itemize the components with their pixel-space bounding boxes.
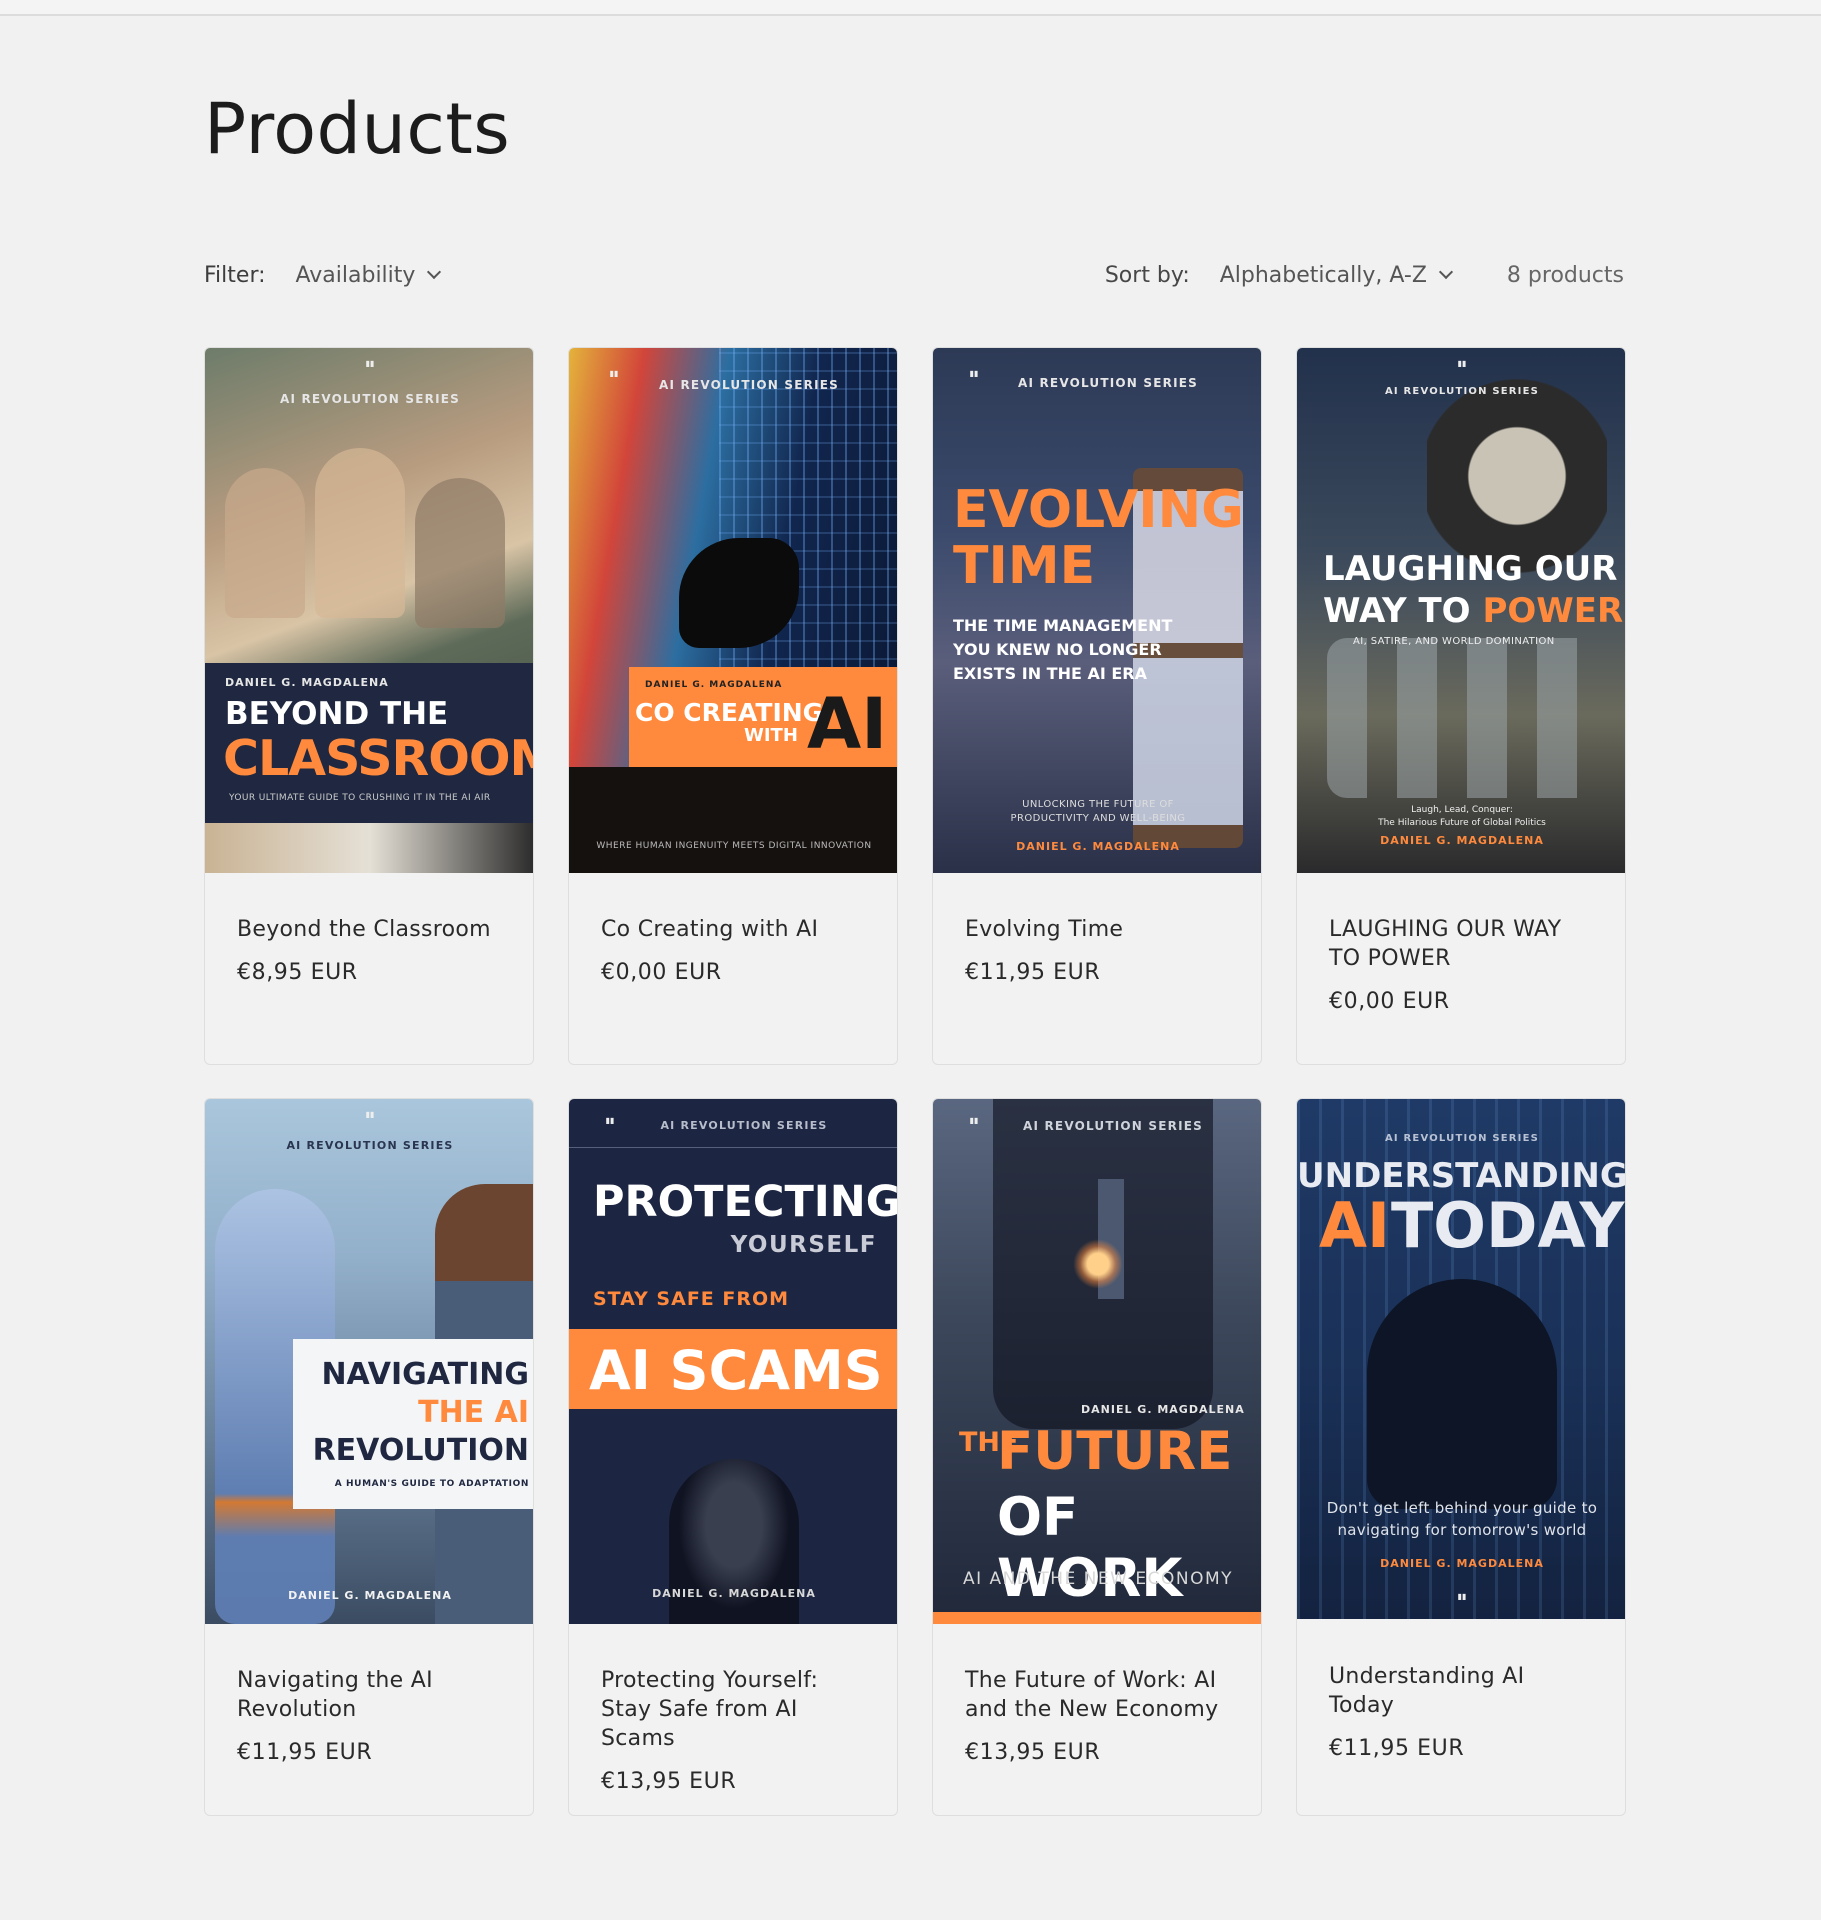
cover-title-line: REVOLUTION xyxy=(312,1433,529,1468)
top-border xyxy=(0,0,1821,16)
chevron-down-icon xyxy=(1438,264,1453,280)
product-card[interactable]: ▮▮ AI REVOLUTION SERIES PROTECTING YOURS… xyxy=(568,1098,898,1816)
publisher-logo-icon: ▮▮ xyxy=(1457,1592,1467,1601)
product-card[interactable]: AI REVOLUTION SERIES UNDERSTANDING AI TO… xyxy=(1296,1098,1626,1816)
cover-title-line: YOURSELF xyxy=(730,1232,877,1258)
product-price: €13,95 EUR xyxy=(965,1740,1101,1765)
cover-title-line: CLASSROOM xyxy=(223,730,534,787)
cover-title-line: AI SCAMS xyxy=(589,1339,883,1402)
cover-title-line: PROTECTING xyxy=(593,1177,898,1227)
cover-title-line: WAY TO xyxy=(1323,591,1471,631)
cover-tagline: Laugh, Lead, Conquer: The Hilarious Futu… xyxy=(1378,805,1546,828)
cover-author: DANIEL G. MAGDALENA xyxy=(652,1587,816,1600)
cover-subtitle: AI, SATIRE, AND WORLD DOMINATION xyxy=(1353,636,1555,647)
product-count: 8 products xyxy=(1506,262,1624,288)
cover-title-line: BEYOND THE xyxy=(225,696,449,732)
cover-title: EVOLVING TIME xyxy=(953,482,1244,594)
product-title[interactable]: Understanding AI Today xyxy=(1329,1662,1593,1720)
cover-title-line: TIME xyxy=(953,536,1096,596)
product-cover-image[interactable]: AI REVOLUTION SERIES UNDERSTANDING AI TO… xyxy=(1297,1099,1625,1624)
product-title[interactable]: Protecting Yourself: Stay Safe from AI S… xyxy=(601,1666,865,1753)
cover-tagline: UNLOCKING THE FUTURE OF PRODUCTIVITY AND… xyxy=(1010,799,1186,824)
cover-title: LAUGHING OUR WAY TO POWER xyxy=(1323,548,1623,632)
product-price: €11,95 EUR xyxy=(1329,1736,1465,1761)
product-card[interactable]: ▮▮ AI REVOLUTION SERIES DANIEL G. MAGDAL… xyxy=(932,1098,1262,1816)
sort-label: Sort by: xyxy=(1104,262,1190,288)
cover-title-line: AI xyxy=(807,683,888,765)
cover-series: AI REVOLUTION SERIES xyxy=(286,1139,454,1152)
cover-author: DANIEL G. MAGDALENA xyxy=(288,1589,452,1602)
product-cover-image[interactable]: ▮▮ AI REVOLUTION SERIES PROTECTING YOURS… xyxy=(569,1099,898,1624)
cover-title-line: FUTURE xyxy=(997,1421,1233,1482)
product-title[interactable]: Navigating the AI Revolution xyxy=(237,1666,501,1724)
cover-title-line: TODAY xyxy=(1391,1189,1625,1262)
product-cover-image[interactable]: ▮▮ AI REVOLUTION SERIES NAVIGATING THE A… xyxy=(205,1099,533,1624)
cover-title-vertical: THE xyxy=(959,1427,1019,1458)
sort-dropdown[interactable]: Alphabetically, A-Z xyxy=(1219,262,1453,288)
cover-series: AI REVOLUTION SERIES xyxy=(279,392,461,406)
product-cover-image[interactable]: ▮▮ AI REVOLUTION SERIES EVOLVING TIME TH… xyxy=(933,348,1261,873)
cover-series: AI REVOLUTION SERIES xyxy=(1022,1119,1204,1133)
product-grid: ▮▮ AI REVOLUTION SERIES DANIEL G. MAGDAL… xyxy=(204,347,1626,1816)
cover-title-line: STAY SAFE FROM xyxy=(593,1288,790,1310)
availability-filter-dropdown[interactable]: Availability xyxy=(295,262,442,288)
product-price: €11,95 EUR xyxy=(237,1740,373,1765)
cover-subtitle: AI AND THE NEW ECONOMY xyxy=(962,1569,1233,1589)
collection-toolbar: Filter: Availability Sort by: Alphabetic… xyxy=(204,255,1624,295)
cover-title-line: CO CREATING xyxy=(635,698,824,727)
product-title[interactable]: LAUGHING OUR WAY TO POWER xyxy=(1329,915,1593,973)
cover-tagline: YOUR ULTIMATE GUIDE TO CRUSHING IT IN TH… xyxy=(229,793,491,803)
product-cover-image[interactable]: ▮▮ AI REVOLUTION SERIES LAUGHING OUR WAY… xyxy=(1297,348,1625,873)
cover-author: DANIEL G. MAGDALENA xyxy=(225,676,389,689)
cover-title-line: NAVIGATING xyxy=(321,1357,529,1392)
product-cover-image[interactable]: ▮▮ AI REVOLUTION SERIES DANIEL G. MAGDAL… xyxy=(569,348,897,873)
filter-label: Filter: xyxy=(204,262,266,288)
chevron-down-icon xyxy=(427,264,442,280)
cover-title-line: THE AI xyxy=(418,1395,529,1430)
product-price: €13,95 EUR xyxy=(601,1769,737,1794)
cover-subtitle: A HUMAN'S GUIDE TO ADAPTATION xyxy=(334,1479,529,1489)
product-price: €0,00 EUR xyxy=(1329,989,1450,1014)
product-card[interactable]: ▮▮ AI REVOLUTION SERIES LAUGHING OUR WAY… xyxy=(1296,347,1626,1065)
product-card[interactable]: ▮▮ AI REVOLUTION SERIES EVOLVING TIME TH… xyxy=(932,347,1262,1065)
product-card[interactable]: ▮▮ AI REVOLUTION SERIES DANIEL G. MAGDAL… xyxy=(568,347,898,1065)
cover-author: DANIEL G. MAGDALENA xyxy=(1380,834,1544,847)
product-title[interactable]: Beyond the Classroom xyxy=(237,915,501,944)
product-title[interactable]: Co Creating with AI xyxy=(601,915,865,944)
publisher-logo-icon: ▮▮ xyxy=(365,1110,375,1119)
product-title[interactable]: The Future of Work: AI and the New Econo… xyxy=(965,1666,1229,1724)
cover-title: NAVIGATING THE AI REVOLUTION xyxy=(301,1356,529,1470)
page-title: Products xyxy=(204,88,511,170)
cover-series: AI REVOLUTION SERIES xyxy=(1017,376,1199,390)
cover-series: AI REVOLUTION SERIES xyxy=(658,378,840,392)
publisher-logo-icon: ▮▮ xyxy=(365,359,375,368)
cover-title-line: WITH xyxy=(744,725,798,746)
product-title[interactable]: Evolving Time xyxy=(965,915,1229,944)
product-card[interactable]: ▮▮ AI REVOLUTION SERIES NAVIGATING THE A… xyxy=(204,1098,534,1816)
cover-tagline: Don't get left behind your guide to navi… xyxy=(1326,1499,1598,1539)
product-price: €11,95 EUR xyxy=(965,960,1101,985)
product-card[interactable]: ▮▮ AI REVOLUTION SERIES DANIEL G. MAGDAL… xyxy=(204,347,534,1065)
product-cover-image[interactable]: ▮▮ AI REVOLUTION SERIES DANIEL G. MAGDAL… xyxy=(933,1099,1261,1624)
cover-tagline: WHERE HUMAN INGENUITY MEETS DIGITAL INNO… xyxy=(596,841,872,851)
sort-value: Alphabetically, A-Z xyxy=(1219,262,1427,288)
availability-filter-label: Availability xyxy=(295,262,416,288)
cover-subtitle: THE TIME MANAGEMENT YOU KNEW NO LONGER E… xyxy=(953,616,1173,683)
cover-title-line: LAUGHING OUR xyxy=(1323,549,1618,589)
cover-author: DANIEL G. MAGDALENA xyxy=(1380,1557,1544,1570)
product-price: €8,95 EUR xyxy=(237,960,358,985)
cover-series: AI REVOLUTION SERIES xyxy=(1384,1133,1540,1144)
cover-author: DANIEL G. MAGDALENA xyxy=(1081,1403,1245,1416)
cover-series: AI REVOLUTION SERIES xyxy=(1384,386,1540,397)
product-cover-image[interactable]: ▮▮ AI REVOLUTION SERIES DANIEL G. MAGDAL… xyxy=(205,348,534,873)
cover-author: DANIEL G. MAGDALENA xyxy=(645,680,783,690)
cover-title-line: OF WORK xyxy=(997,1487,1183,1609)
cover-author: DANIEL G. MAGDALENA xyxy=(1016,840,1180,853)
cover-title-line: EVOLVING xyxy=(953,480,1244,540)
publisher-logo-icon: ▮▮ xyxy=(1457,359,1467,368)
product-price: €0,00 EUR xyxy=(601,960,722,985)
cover-title-line: AI xyxy=(1319,1189,1391,1262)
cover-title-line: POWER xyxy=(1482,591,1624,631)
cover-series: AI REVOLUTION SERIES xyxy=(660,1119,828,1132)
